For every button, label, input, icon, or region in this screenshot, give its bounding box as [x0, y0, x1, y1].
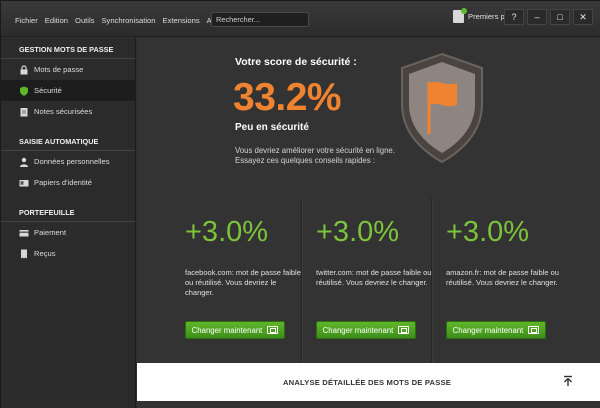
tip-description: twitter.com: mot de passe faible ou réut…: [316, 268, 432, 287]
security-panel: Votre score de sécurité : 33.2% Peu en s…: [137, 38, 600, 408]
change-now-button[interactable]: Changer maintenant: [185, 321, 285, 339]
tip-description: facebook.com: mot de passe faible ou réu…: [185, 268, 301, 297]
detailed-analysis-bar[interactable]: ANALYSE DÉTAILLÉE DES MOTS DE PASSE: [137, 363, 600, 401]
receipt-icon: [21, 249, 27, 258]
window-controls: ? – □ ✕: [504, 9, 593, 25]
menu-bar: Fichier Edition Outils Synchronisation E…: [1, 1, 600, 37]
card-icon: [19, 229, 29, 236]
advice-text: Vous devriez améliorer votre sécurité en…: [235, 146, 395, 165]
close-button[interactable]: ✕: [573, 9, 593, 25]
sidebar-item-paiement[interactable]: Paiement: [1, 222, 135, 243]
button-label: Changer maintenant: [191, 325, 263, 335]
button-label: Changer maintenant: [322, 325, 394, 335]
shield-icon: [20, 86, 28, 96]
menu-extensions[interactable]: Extensions: [163, 16, 200, 25]
sidebar-item-label: Reçus: [34, 249, 56, 258]
score-gain: +3.0%: [446, 216, 530, 248]
menu: Fichier Edition Outils Synchronisation E…: [15, 16, 222, 25]
sidebar-item-securite[interactable]: Sécurité: [1, 80, 135, 101]
menu-outils[interactable]: Outils: [75, 16, 94, 25]
lock-icon: [20, 64, 28, 74]
sidebar-item-papiers-identite[interactable]: Papiers d'identité: [1, 172, 135, 193]
sidebar-item-label: Papiers d'identité: [34, 178, 93, 187]
detailed-analysis-title: ANALYSE DÉTAILLÉE DES MOTS DE PASSE: [283, 378, 452, 387]
sidebar-item-label: Notes sécurisées: [34, 107, 93, 116]
sidebar-item-mots-de-passe[interactable]: Mots de passe: [1, 59, 135, 80]
score-gain: +3.0%: [316, 216, 400, 248]
sidebar-item-label: Données personnelles: [34, 157, 110, 166]
menu-fichier[interactable]: Fichier: [15, 16, 38, 25]
expand-up-icon[interactable]: [562, 375, 574, 387]
score-gain: +3.0%: [185, 216, 269, 248]
maximize-button[interactable]: □: [550, 9, 570, 25]
tip-description: amazon.fr: mot de passe faible ou réutil…: [446, 268, 559, 287]
minimize-button[interactable]: –: [527, 9, 547, 25]
tips-row: +3.0% facebook.com: mot de passe faible …: [137, 198, 600, 363]
score-status: Peu en sécurité: [235, 122, 309, 133]
sidebar-item-label: Mots de passe: [34, 65, 84, 74]
window-icon: [398, 326, 410, 334]
button-label: Changer maintenant: [452, 325, 524, 335]
change-now-button[interactable]: Changer maintenant: [316, 321, 416, 339]
sidebar: GESTION MOTS DE PASSE Mots de passe Sécu…: [1, 38, 136, 408]
section-title-gestion: GESTION MOTS DE PASSE: [19, 45, 114, 54]
tip-card: +3.0% twitter.com: mot de passe faible o…: [301, 198, 431, 363]
sidebar-item-notes[interactable]: Notes sécurisées: [1, 101, 135, 122]
document-icon: [453, 8, 467, 23]
menu-edition[interactable]: Edition: [45, 16, 68, 25]
score-label: Votre score de sécurité :: [235, 56, 357, 68]
sidebar-item-label: Sécurité: [34, 86, 62, 95]
window-icon: [528, 326, 540, 334]
sidebar-item-recus[interactable]: Reçus: [1, 243, 135, 264]
tip-card: +3.0% amazon.fr: mot de passe faible ou …: [431, 198, 561, 363]
sidebar-item-label: Paiement: [34, 228, 67, 237]
change-now-button[interactable]: Changer maintenant: [446, 321, 546, 339]
window-icon: [267, 326, 279, 334]
tip-card: +3.0% facebook.com: mot de passe faible …: [171, 198, 301, 363]
sidebar-item-donnees-personnelles[interactable]: Données personnelles: [1, 151, 135, 172]
search-input[interactable]: [211, 12, 309, 27]
section-title-portefeuille: PORTEFEUILLE: [19, 208, 75, 217]
note-icon: [20, 107, 28, 116]
security-score: 33.2%: [233, 76, 342, 119]
menu-synchronisation[interactable]: Synchronisation: [101, 16, 155, 25]
section-title-saisie: SAISIE AUTOMATIQUE: [19, 137, 99, 146]
app-window: Fichier Edition Outils Synchronisation E…: [0, 0, 600, 408]
id-card-icon: [19, 179, 29, 186]
person-icon: [20, 157, 28, 167]
shield-flag-icon: [401, 52, 483, 164]
help-button[interactable]: ?: [504, 9, 524, 25]
